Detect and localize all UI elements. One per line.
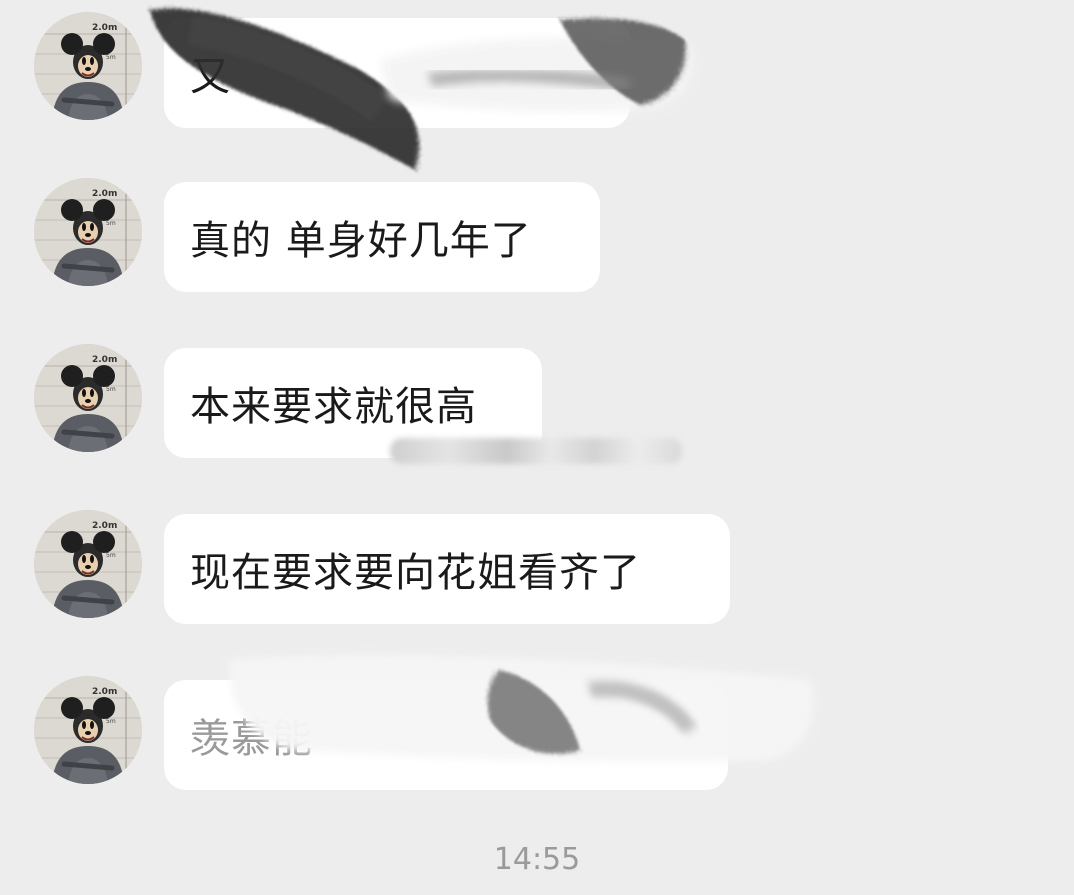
timestamp: 14:55 [493, 842, 581, 877]
chat-area[interactable]: 又 真的 单身好几年了 本来要求就很高 现在要求要向花姐看齐了 羡慕能 14:5… [0, 0, 1074, 895]
message-text: 又 [190, 54, 231, 100]
message-text: 羡慕能 [190, 716, 313, 762]
message-text: 本来要求就很高 [190, 384, 477, 430]
message-bubble[interactable]: 又 [164, 18, 630, 128]
avatar[interactable] [34, 178, 142, 286]
avatar[interactable] [34, 676, 142, 784]
message-text: 现在要求要向花姐看齐了 [190, 550, 641, 596]
message-bubble[interactable]: 现在要求要向花姐看齐了 [164, 514, 730, 624]
redaction-blur [390, 438, 682, 464]
message-text: 真的 单身好几年了 [190, 218, 532, 264]
message-bubble[interactable]: 羡慕能 [164, 680, 728, 790]
avatar[interactable] [34, 510, 142, 618]
message-bubble[interactable]: 真的 单身好几年了 [164, 182, 600, 292]
avatar[interactable] [34, 344, 142, 452]
avatar[interactable] [34, 12, 142, 120]
